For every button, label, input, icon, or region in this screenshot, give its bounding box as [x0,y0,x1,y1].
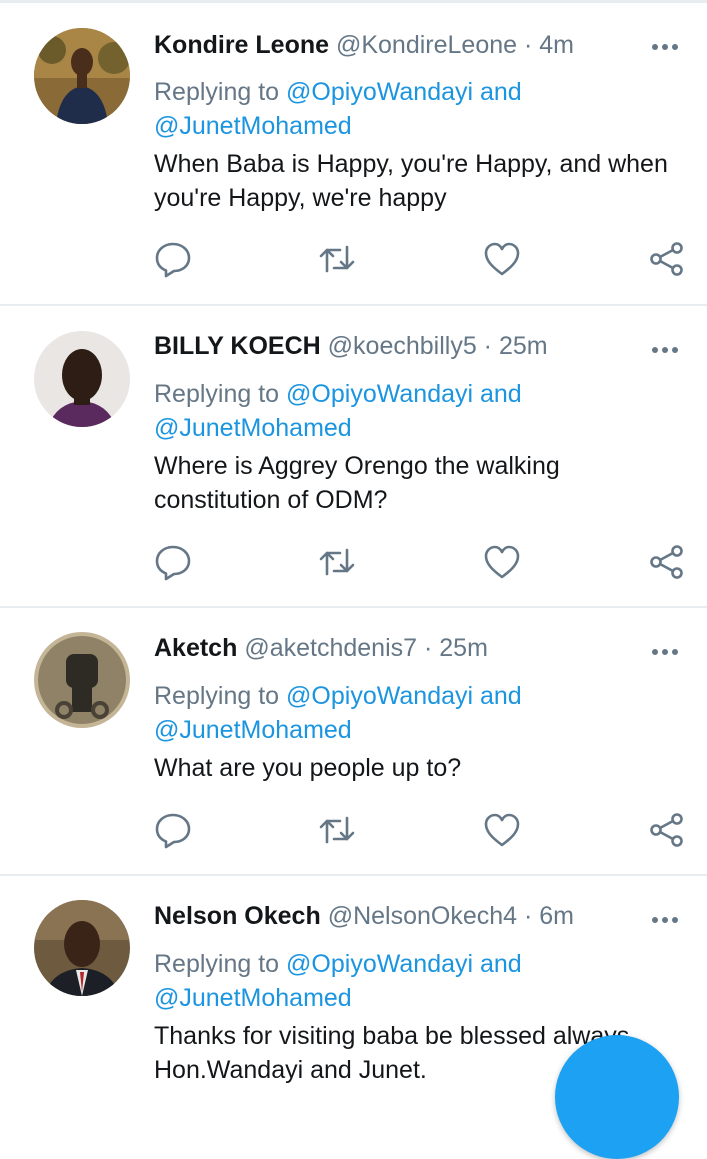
tweet-header: BILLY KOECH @koechbilly5 · 25m [154,330,548,362]
replying-prefix: Replying to [154,78,280,106]
mention-link[interactable]: @JunetMohamed [154,112,352,140]
timestamp[interactable]: 25m [499,332,548,360]
timestamp[interactable]: 25m [439,634,488,662]
avatar[interactable] [34,331,130,427]
more-icon[interactable] [652,914,684,926]
replying-prefix: Replying to [154,380,280,408]
author-handle[interactable]: @aketchdenis7 [244,634,417,662]
mention-link[interactable]: @OpiyoWandayi and [286,78,522,106]
avatar[interactable] [34,28,130,124]
tweet-text: What are you people up to? [154,754,462,782]
reply-icon[interactable] [154,543,192,581]
timestamp[interactable]: 6m [539,902,574,930]
author-name[interactable]: Nelson Okech [154,902,321,930]
share-icon[interactable] [648,240,686,278]
replying-to: Replying to @OpiyoWandayi and [154,75,522,109]
tweet-text: When Baba is Happy, you're Happy, and wh… [154,150,668,212]
more-icon[interactable] [652,344,684,356]
author-handle[interactable]: @koechbilly5 [328,332,477,360]
reply-tweet[interactable]: Kondire Leone @KondireLeone · 4m Replyin… [0,3,707,306]
author-name[interactable]: Aketch [154,634,237,662]
replying-prefix: Replying to [154,950,280,978]
heart-icon[interactable] [483,543,521,581]
tweet-header: Kondire Leone @KondireLeone · 4m [154,29,574,61]
heart-icon[interactable] [483,240,521,278]
mention-link[interactable]: @OpiyoWandayi and [286,682,522,710]
mention-link[interactable]: @OpiyoWandayi and [286,380,522,408]
retweet-icon[interactable] [318,543,356,581]
mention-link[interactable]: @JunetMohamed [154,716,352,744]
replying-to: Replying to @OpiyoWandayi and [154,679,522,713]
timestamp[interactable]: 4m [539,31,574,59]
separator-dot: · [524,902,533,930]
avatar[interactable] [34,632,130,728]
more-icon[interactable] [652,41,684,53]
separator-dot: · [424,634,433,662]
avatar[interactable] [34,900,130,996]
replying-to-second: @JunetMohamed [154,411,352,445]
replying-to: Replying to @OpiyoWandayi and [154,377,522,411]
more-icon[interactable] [652,646,684,658]
replying-to-second: @JunetMohamed [154,109,352,143]
retweet-icon[interactable] [318,240,356,278]
replying-to: Replying to @OpiyoWandayi and [154,947,522,981]
author-handle[interactable]: @KondireLeone [336,31,517,59]
mention-link[interactable]: @OpiyoWandayi and [286,950,522,978]
author-name[interactable]: Kondire Leone [154,31,329,59]
heart-icon[interactable] [483,811,521,849]
author-handle[interactable]: @NelsonOkech4 [328,902,517,930]
reply-tweet[interactable]: BILLY KOECH @koechbilly5 · 25m Replying … [0,306,707,608]
share-icon[interactable] [648,543,686,581]
retweet-icon[interactable] [318,811,356,849]
replying-to-second: @JunetMohamed [154,713,352,747]
share-icon[interactable] [648,811,686,849]
compose-button[interactable] [555,1035,679,1159]
tweet-text: Where is Aggrey Orengo the walking const… [154,452,560,514]
reply-tweet[interactable]: Aketch @aketchdenis7 · 25m Replying to @… [0,608,707,876]
separator-dot: · [483,332,492,360]
replying-to-second: @JunetMohamed [154,981,352,1015]
author-name[interactable]: BILLY KOECH [154,332,321,360]
mention-link[interactable]: @JunetMohamed [154,984,352,1012]
tweet-header: Nelson Okech @NelsonOkech4 · 6m [154,900,574,932]
tweet-header: Aketch @aketchdenis7 · 25m [154,632,488,664]
reply-icon[interactable] [154,811,192,849]
separator-dot: · [524,31,533,59]
replying-prefix: Replying to [154,682,280,710]
mention-link[interactable]: @JunetMohamed [154,414,352,442]
reply-icon[interactable] [154,240,192,278]
